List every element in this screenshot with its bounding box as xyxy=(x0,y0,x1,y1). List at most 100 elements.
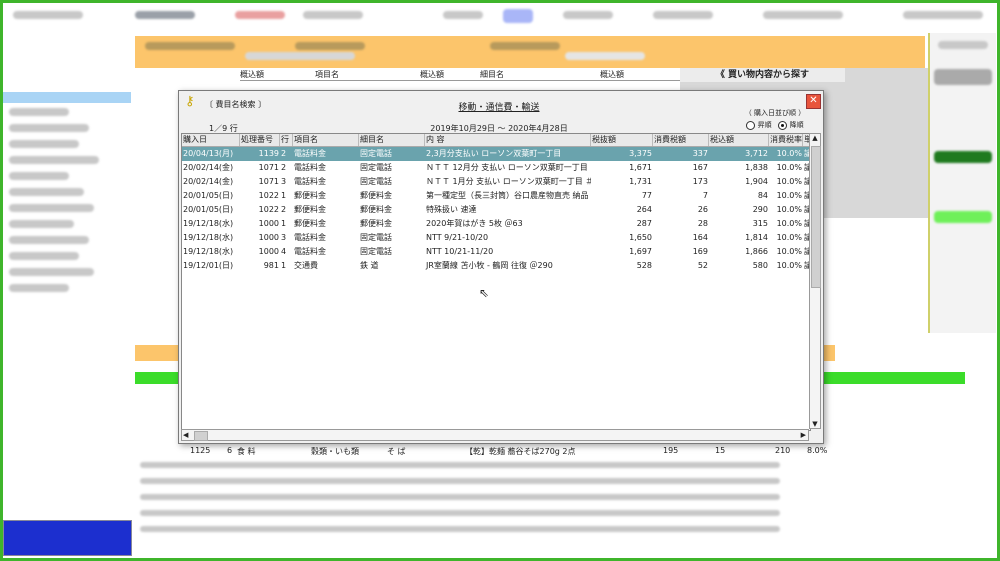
cell-content: ＮＴＴ 1月分 支払い ローソン双葉町一丁目 ＃ xyxy=(426,177,591,186)
cell-item: 電話料金 xyxy=(294,149,326,158)
cell-gross: 3,712 xyxy=(745,149,768,158)
key-icon: ⚷ xyxy=(185,94,195,109)
cell-line: 1 xyxy=(281,261,287,270)
vertical-scrollbar[interactable]: ▲ ▼ xyxy=(809,133,821,429)
results-table: 購入日 処理番号 行 項目名 細目名 内 容 税抜額 消費税額 税込額 消費税率… xyxy=(181,133,811,431)
cell-sub: 固定電話 xyxy=(360,149,392,158)
cell-no: 1139 xyxy=(258,149,279,158)
cell-date: 20/02/14(金) xyxy=(183,163,234,172)
cell-net: 1,650 xyxy=(629,233,652,242)
cell-no: 1071 xyxy=(258,177,279,186)
sort-asc-label: 昇順 xyxy=(757,121,772,129)
cell-gross: 1,838 xyxy=(745,163,768,172)
sort-order-title: （ 購入日並び順 ） xyxy=(744,109,806,117)
scroll-down-icon[interactable]: ▼ xyxy=(810,420,820,428)
cell-item: 郵便料金 xyxy=(294,191,326,200)
cell-date: 20/01/05(日) xyxy=(183,205,234,214)
column-header[interactable]: 税抜額 xyxy=(591,134,653,146)
background-panel-title: 《 買い物内容から探す xyxy=(680,68,845,82)
scroll-thumb[interactable] xyxy=(811,146,821,288)
table-row[interactable]: 20/02/14(金) 1071 3 電話料金 固定電話 ＮＴＴ 1月分 支払い ローソン… xyxy=(182,175,810,189)
cell-content: 2020年賀はがき 5枚 ＠63 xyxy=(426,219,523,228)
cell-content: NTT 9/21-10/20 xyxy=(426,233,489,242)
sort-asc-radio[interactable] xyxy=(746,120,756,130)
cell-no: 1071 xyxy=(258,163,279,172)
table-row[interactable]: 19/12/01(日) 981 1 交通費 鉄 道 JR室蘭線 苫小牧 - 鶴岡 往復 ＠… xyxy=(182,259,810,273)
cell-tax: 7 xyxy=(702,191,708,200)
column-header[interactable]: 処理番号 xyxy=(240,134,280,146)
table-row[interactable]: 20/01/05(日) 1022 2 郵便料金 郵便料金 特殊扱い 速達 264 26 290 1… xyxy=(182,203,810,217)
cell-rate: 10.0% xyxy=(776,261,802,270)
close-icon: ✕ xyxy=(809,95,818,106)
sort-desc-radio[interactable] xyxy=(778,120,788,130)
table-header: 購入日 処理番号 行 項目名 細目名 内 容 税抜額 消費税額 税込額 消費税率… xyxy=(182,134,810,147)
background-table-header: 概込額 項目名 概込額 細目名 概込額 xyxy=(240,68,680,81)
cell-line: 2 xyxy=(281,149,287,158)
table-row[interactable]: 20/04/13(月) 1139 2 電話料金 固定電話 2,3月分支払い ローソン双葉町… xyxy=(182,147,810,161)
column-header[interactable]: 消費税率 xyxy=(769,134,803,146)
cell-no: 981 xyxy=(263,261,279,270)
cell-date: 19/12/18(水) xyxy=(183,219,234,228)
column-header[interactable]: 項目名 xyxy=(293,134,359,146)
cell-tax: 52 xyxy=(697,261,708,270)
scroll-left-icon[interactable]: ◀ xyxy=(183,431,188,439)
cell-net: 287 xyxy=(636,219,652,228)
cell-tax: 26 xyxy=(697,205,708,214)
cell-tax: 28 xyxy=(697,219,708,228)
scroll-up-icon[interactable]: ▲ xyxy=(810,134,820,142)
cell-date: 19/12/01(日) xyxy=(183,261,234,270)
cell-gross: 1,814 xyxy=(745,233,768,242)
cell-net: 77 xyxy=(641,191,652,200)
column-header[interactable]: 内 容 xyxy=(425,134,591,146)
cell-gross: 580 xyxy=(752,261,768,270)
cell-rate: 10.0% xyxy=(776,191,802,200)
cell-net: 528 xyxy=(636,261,652,270)
table-row[interactable]: 20/01/05(日) 1022 1 郵便料金 郵便料金 第一種定型（長三封筒）谷口農産物… xyxy=(182,189,810,203)
cell-gross: 1,866 xyxy=(745,247,768,256)
scroll-right-icon[interactable]: ▶ xyxy=(801,431,806,439)
cell-sub: 固定電話 xyxy=(360,177,392,186)
horizontal-scrollbar[interactable]: ◀ ▶ xyxy=(181,429,809,441)
cell-gross: 315 xyxy=(752,219,768,228)
cell-sub: 郵便料金 xyxy=(360,219,392,228)
cell-gross: 1,904 xyxy=(745,177,768,186)
cell-line: 3 xyxy=(281,177,287,186)
column-header[interactable]: 消費税額 xyxy=(653,134,709,146)
mouse-cursor-icon: ⇖ xyxy=(479,286,490,300)
column-header[interactable]: 細目名 xyxy=(359,134,425,146)
cell-date: 20/02/14(金) xyxy=(183,177,234,186)
cell-rate: 10.0% xyxy=(776,219,802,228)
column-header[interactable]: 購入日 xyxy=(182,134,240,146)
cell-item: 電話料金 xyxy=(294,233,326,242)
column-header[interactable]: 行 xyxy=(280,134,293,146)
cell-rate: 10.0% xyxy=(776,205,802,214)
cell-content: 第一種定型（長三封筒）谷口農産物直売 納品 xyxy=(426,191,589,200)
cell-sub: 固定電話 xyxy=(360,233,392,242)
cell-line: 2 xyxy=(281,205,287,214)
cell-gross: 290 xyxy=(752,205,768,214)
cell-no: 1000 xyxy=(258,247,279,256)
cell-tax: 164 xyxy=(692,233,708,242)
cell-content: ＮＴＴ 12月分 支払い ローソン双葉町一丁目 xyxy=(426,163,588,172)
cell-item: 電話料金 xyxy=(294,247,326,256)
hscroll-thumb[interactable] xyxy=(194,431,208,441)
table-row[interactable]: 19/12/18(水) 1000 1 郵便料金 郵便料金 2020年賀はがき 5枚 ＠63… xyxy=(182,217,810,231)
cell-sub: 固定電話 xyxy=(360,247,392,256)
sort-order-group: （ 購入日並び順 ） 昇順 降順 xyxy=(731,108,819,130)
dialog-title: 移動・通信費・輸送 xyxy=(458,103,540,113)
cell-sub: 鉄 道 xyxy=(360,261,379,270)
cell-date: 20/01/05(日) xyxy=(183,191,234,200)
cell-tax: 169 xyxy=(692,247,708,256)
table-row[interactable]: 19/12/18(水) 1000 4 電話料金 固定電話 NTT 10/21-11/20 1… xyxy=(182,245,810,259)
search-label: 〔 費目名検索 〕 xyxy=(205,100,267,109)
cell-line: 1 xyxy=(281,191,287,200)
filter-bar xyxy=(135,36,925,68)
table-row[interactable]: 20/02/14(金) 1071 2 電話料金 固定電話 ＮＴＴ 12月分 支払い ローソ… xyxy=(182,161,810,175)
cell-gross: 84 xyxy=(757,191,768,200)
column-header[interactable]: 税込額 xyxy=(709,134,769,146)
table-row[interactable]: 19/12/18(水) 1000 3 電話料金 固定電話 NTT 9/21-10/20 1,… xyxy=(182,231,810,245)
left-sidebar-selected-item[interactable] xyxy=(3,92,131,103)
table-row[interactable]: 1125 6 食 料 穀類・いも類 そ ば 【乾】乾麺 蕎谷そば270g 2点 … xyxy=(135,444,835,457)
cell-item: 郵便料金 xyxy=(294,219,326,228)
close-button[interactable]: ✕ xyxy=(806,94,821,109)
